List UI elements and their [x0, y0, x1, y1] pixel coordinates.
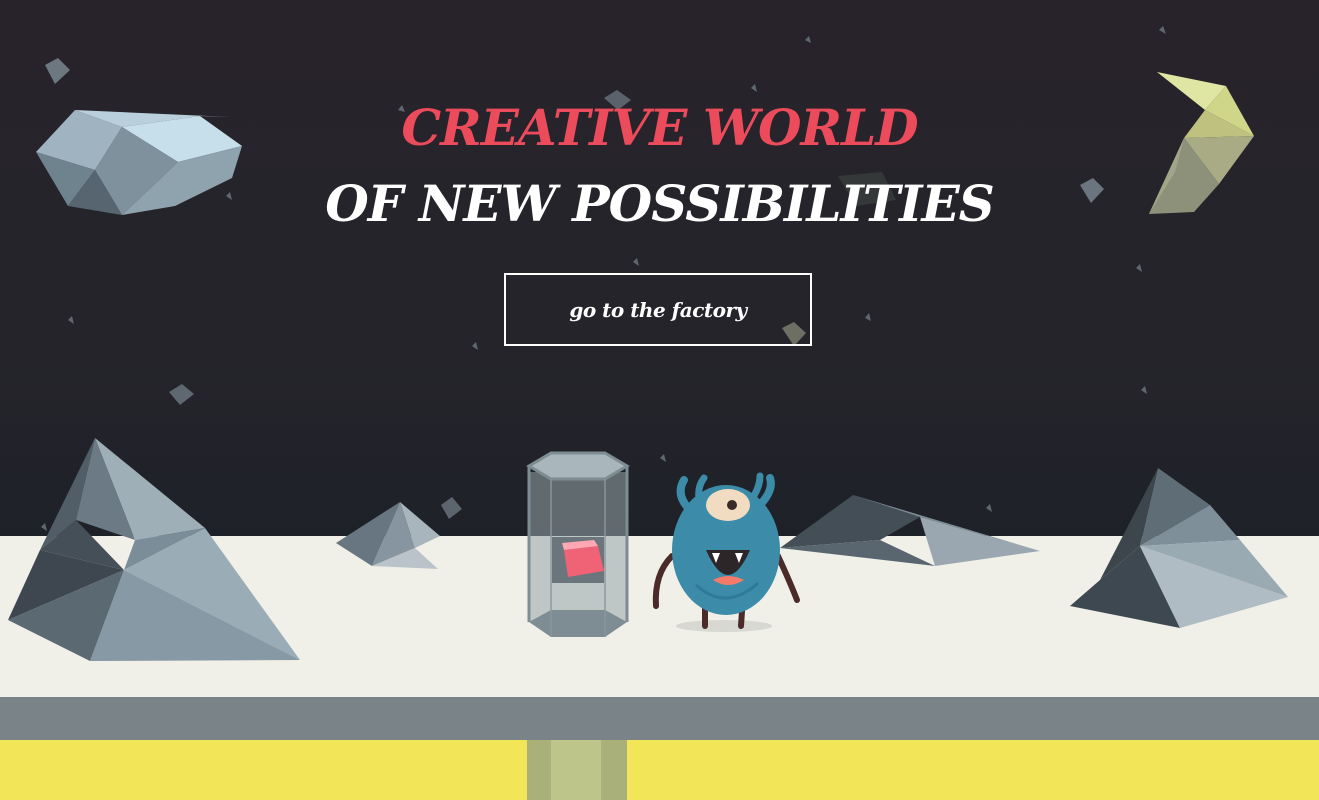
hero: CREATIVE WORLD OF NEW POSSIBILITIES	[0, 96, 1319, 236]
tube-icon	[526, 451, 630, 637]
go-to-factory-button[interactable]: go to the factory	[504, 273, 812, 346]
yellow-band	[0, 740, 1319, 800]
hero-title-accent: CREATIVE WORLD	[401, 98, 918, 157]
hero-title-main: OF NEW POSSIBILITIES	[325, 174, 995, 233]
floor-edge	[0, 697, 1319, 740]
factory-scene: CREATIVE WORLD OF NEW POSSIBILITIES go t…	[0, 0, 1319, 800]
